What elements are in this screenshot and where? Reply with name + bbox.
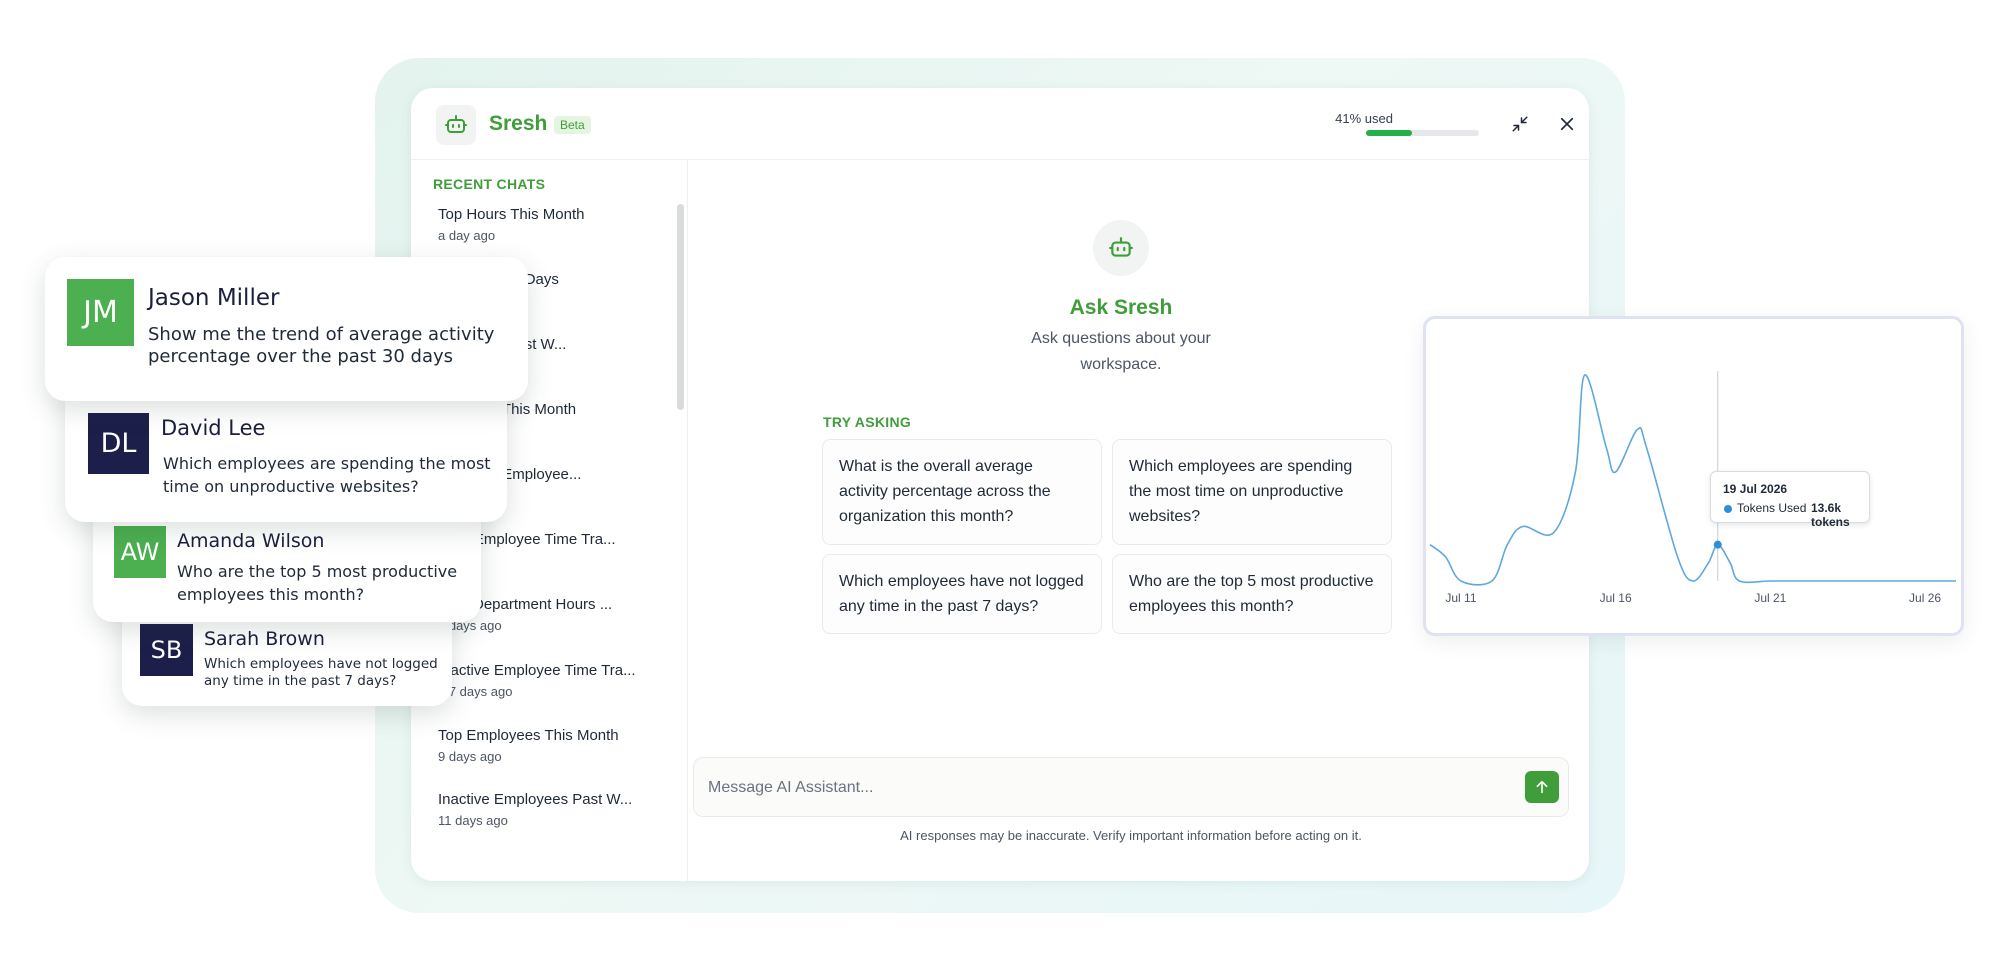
message-input[interactable] — [708, 776, 1488, 800]
avatar: JM — [67, 279, 134, 346]
ask-title: Ask Sresh — [1069, 296, 1173, 319]
chat-title: Inactive Employees Past W... — [438, 791, 633, 808]
user-name: Sarah Brown — [204, 628, 325, 650]
tooltip-value: 13.6k tokens — [1811, 501, 1850, 529]
usage-label: 41% used — [1335, 111, 1393, 126]
tooltip-series-label: Tokens Used — [1737, 501, 1807, 515]
user-question: Who are the top 5 most productive employ… — [177, 562, 458, 604]
chart-tooltip: 19 Jul 2026 Tokens Used 13.6k tokens — [1710, 471, 1870, 529]
suggestion-card[interactable]: What is the overall average activity per… — [822, 439, 1102, 545]
token-usage-chart: Jul 11 Jul 16 Jul 21 Jul 26 19 Jul 2026 Tok… — [1423, 316, 1964, 636]
brand-name: Sresh — [489, 112, 548, 135]
hover-point — [1713, 540, 1722, 549]
tooltip-date: 19 Jul 2026 — [1723, 482, 1788, 496]
chat-date: ...days ago — [438, 618, 502, 633]
bot-logo-icon — [436, 105, 476, 145]
chat-date: a day ago — [438, 228, 496, 243]
x-tick-label: Jul 21 — [1754, 591, 1786, 605]
avatar: AW — [114, 526, 166, 578]
chat-date: ...7 days ago — [438, 684, 513, 699]
suggestion-card[interactable]: Which employees are spending the most ti… — [1112, 439, 1392, 545]
x-tick-label: Jul 11 — [1445, 591, 1476, 605]
user-question: Which employees have not logged any time… — [204, 656, 438, 689]
user-question: Which employees are spending the most ti… — [163, 454, 491, 496]
user-name: Jason Miller — [148, 285, 280, 311]
recent-chat-item[interactable]: Top Hours This Month a day ago — [438, 206, 648, 243]
bot-icon — [1093, 220, 1149, 276]
tooltip-series-dot — [1724, 505, 1732, 513]
chat-date: 11 days ago — [438, 813, 508, 828]
user-question: Show me the trend of average activity pe… — [148, 324, 495, 367]
token-usage-chart-svg: Jul 11 Jul 16 Jul 21 Jul 26 — [1429, 371, 1956, 605]
suggestion-card[interactable]: Who are the top 5 most productive employ… — [1112, 554, 1392, 634]
user-name: Amanda Wilson — [177, 530, 325, 552]
usage-bar-fill — [1366, 130, 1413, 136]
sidebar-scrollbar[interactable] — [677, 204, 684, 410]
arrow-up-icon — [1536, 780, 1548, 794]
avatar: SB — [140, 624, 193, 676]
chat-date: 9 days ago — [438, 749, 502, 764]
recent-chat-item[interactable]: Top Employees This Month 9 days ago — [438, 727, 648, 764]
ask-subtitle: Ask questions about your workspace. — [1031, 330, 1211, 373]
beta-badge: Beta — [554, 116, 591, 134]
ai-disclaimer: AI responses may be inaccurate. Verify i… — [900, 828, 1362, 843]
chat-title: Top Hours This Month — [438, 206, 585, 223]
user-prompt-card: JM Jason Miller Show me the trend of ave… — [45, 257, 528, 401]
usage-bar — [1366, 130, 1479, 136]
close-icon[interactable] — [1555, 112, 1579, 136]
assistant-window: Sresh Beta 41% used RECENT CHATS Top Hou… — [411, 88, 1589, 881]
message-composer — [693, 757, 1569, 817]
recent-chat-item[interactable]: ...active Employee Time Tra... ...7 days… — [438, 662, 648, 699]
chat-title: ...active Employee Time Tra... — [438, 662, 636, 679]
series-line-tokens-used — [1429, 374, 1956, 586]
recent-chats-title: RECENT CHATS — [433, 176, 546, 192]
x-tick-label: Jul 26 — [1909, 591, 1941, 605]
suggestion-card[interactable]: Which employees have not logged any time… — [822, 554, 1102, 634]
x-tick-label: Jul 16 — [1600, 591, 1632, 605]
avatar: DL — [88, 413, 149, 474]
chat-title: Top Employees This Month — [438, 727, 619, 744]
recent-chat-item[interactable]: Inactive Employees Past W... 11 days ago — [438, 791, 648, 828]
send-button[interactable] — [1525, 771, 1559, 803]
collapse-icon[interactable] — [1508, 112, 1532, 136]
window-header: Sresh Beta 41% used — [411, 88, 1589, 160]
try-asking-title: TRY ASKING — [823, 414, 912, 430]
user-name: David Lee — [161, 416, 266, 440]
